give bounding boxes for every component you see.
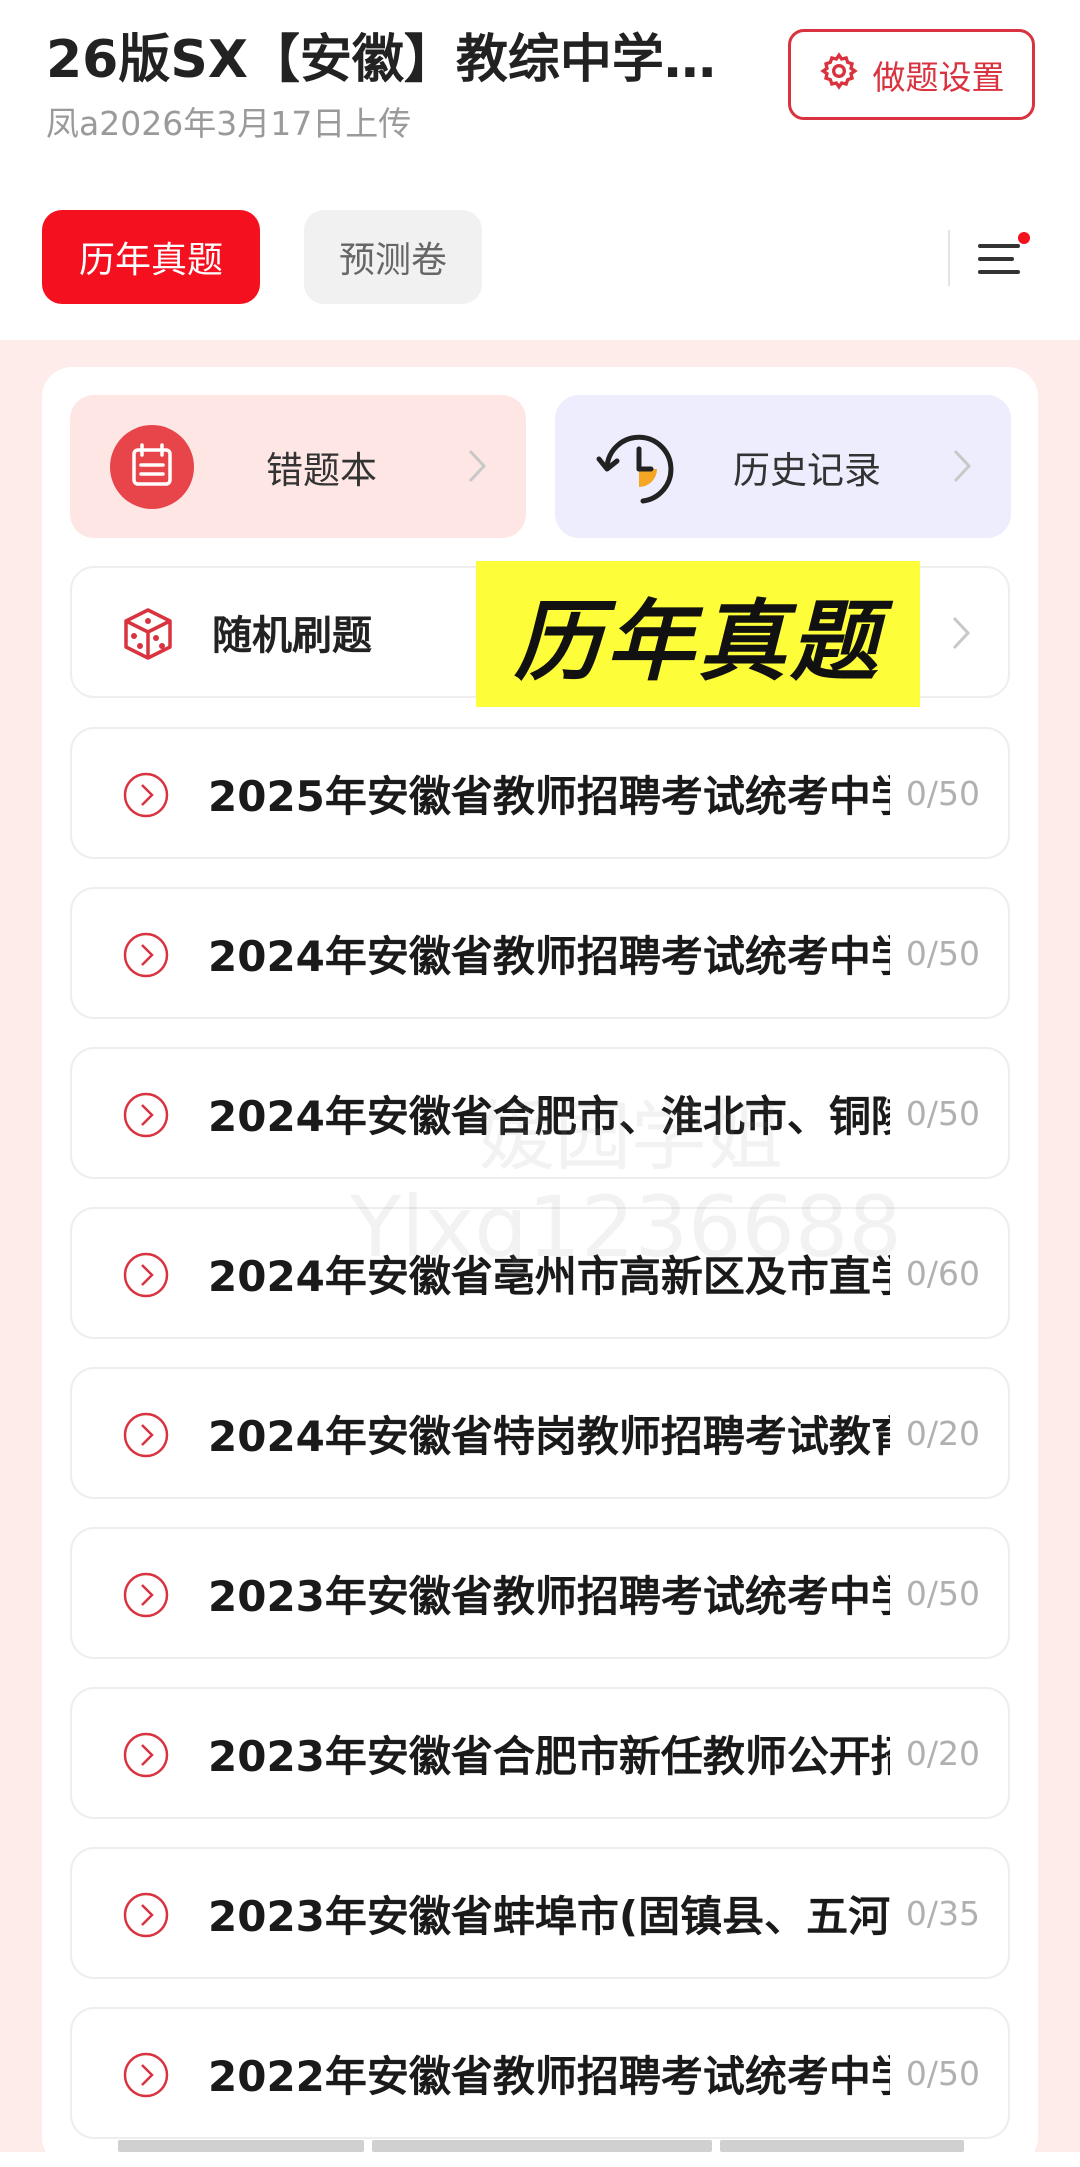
- practice-settings-label: 做题设置: [872, 57, 1005, 97]
- chevron-circle-icon: [123, 1572, 169, 1618]
- chevron-circle-icon: [123, 1732, 169, 1778]
- chevron-circle-icon: [123, 1412, 169, 1458]
- exam-progress: 0/20: [890, 1369, 980, 1497]
- exam-title: 2022年安徽省教师招聘考试统考中学: [208, 2051, 913, 2101]
- chevron-circle-icon: [123, 772, 169, 818]
- exam-item[interactable]: 2024年安徽省教师招聘考试统考中学 0/50: [70, 887, 1010, 1019]
- exam-title: 2024年安徽省教师招聘考试统考中学: [208, 931, 913, 981]
- exam-progress: 0/35: [890, 1849, 980, 1977]
- chevron-circle-icon: [123, 1892, 169, 1938]
- exam-title: 2023年安徽省蚌埠市(固镇县、五河县: [208, 1891, 933, 1941]
- history-record-card[interactable]: 历史记录: [555, 395, 1011, 538]
- history-clock-icon: [596, 434, 674, 504]
- exam-progress: 0/50: [890, 1529, 980, 1657]
- exam-title: 2023年安徽省合肥市新任教师公开招: [208, 1731, 913, 1781]
- exam-item[interactable]: 2023年安徽省合肥市新任教师公开招 0/20: [70, 1687, 1010, 1819]
- exam-item[interactable]: 2023年安徽省教师招聘考试统考中学 0/50: [70, 1527, 1010, 1659]
- tab-mock-papers[interactable]: 预测卷: [304, 210, 482, 304]
- exam-progress: 0/50: [890, 2009, 980, 2137]
- header: 26版SX【安徽】教综中学历… 凤a2026年3月17日上传 做题设置 历年真题…: [0, 0, 1080, 340]
- random-practice-label: 随机刷题: [212, 613, 372, 659]
- gear-icon: [819, 51, 859, 99]
- wrong-book-label: 错题本: [266, 448, 377, 492]
- chevron-right-icon: [468, 449, 487, 483]
- exam-item[interactable]: 2024年安徽省亳州市高新区及市直学 0/60: [70, 1207, 1010, 1339]
- exam-title: 2024年安徽省特岗教师招聘考试教育: [208, 1411, 913, 1461]
- upload-info: 凤a2026年3月17日上传: [46, 104, 412, 143]
- chevron-right-icon: [952, 616, 971, 650]
- exam-progress: 0/50: [890, 889, 980, 1017]
- exam-progress: 0/50: [890, 1049, 980, 1177]
- exam-item[interactable]: 2022年安徽省教师招聘考试统考中学 0/50: [70, 2007, 1010, 2139]
- exam-item[interactable]: 2024年安徽省特岗教师招聘考试教育 0/20: [70, 1367, 1010, 1499]
- tab-past-exams[interactable]: 历年真题: [42, 210, 260, 304]
- menu-icon: [978, 232, 1030, 274]
- exam-progress: 0/60: [890, 1209, 980, 1337]
- exam-progress: 0/20: [890, 1689, 980, 1817]
- exam-title: 2024年安徽省合肥市、淮北市、铜陵: [208, 1091, 913, 1141]
- history-record-label: 历史记录: [733, 448, 881, 492]
- chevron-circle-icon: [123, 2052, 169, 2098]
- tab-bar: 历年真题 预测卷: [42, 210, 482, 304]
- practice-settings-button[interactable]: 做题设置: [788, 29, 1035, 120]
- exam-progress: 0/50: [890, 729, 980, 857]
- exam-item[interactable]: 2024年安徽省合肥市、淮北市、铜陵 0/50: [70, 1047, 1010, 1179]
- exam-item[interactable]: 2023年安徽省蚌埠市(固镇县、五河县 0/35: [70, 1847, 1010, 1979]
- overlay-banner: 历年真题: [476, 561, 920, 707]
- chevron-circle-icon: [123, 1092, 169, 1138]
- chevron-circle-icon: [123, 1252, 169, 1298]
- exam-title: 2024年安徽省亳州市高新区及市直学: [208, 1251, 913, 1301]
- notification-dot: [1018, 232, 1030, 244]
- chevron-right-icon: [953, 449, 972, 483]
- chevron-circle-icon: [123, 932, 169, 978]
- menu-divider: [948, 230, 950, 286]
- page-title: 26版SX【安徽】教综中学历…: [46, 30, 746, 90]
- exam-title: 2025年安徽省教师招聘考试统考中学: [208, 771, 913, 821]
- scroll-indicator: [118, 2140, 964, 2152]
- dice-icon: [124, 608, 172, 660]
- wrong-book-card[interactable]: 错题本: [70, 395, 526, 538]
- exam-title: 2023年安徽省教师招聘考试统考中学: [208, 1571, 913, 1621]
- calendar-icon: [110, 425, 194, 509]
- menu-button[interactable]: [972, 228, 1032, 288]
- exam-item[interactable]: 2025年安徽省教师招聘考试统考中学 0/50: [70, 727, 1010, 859]
